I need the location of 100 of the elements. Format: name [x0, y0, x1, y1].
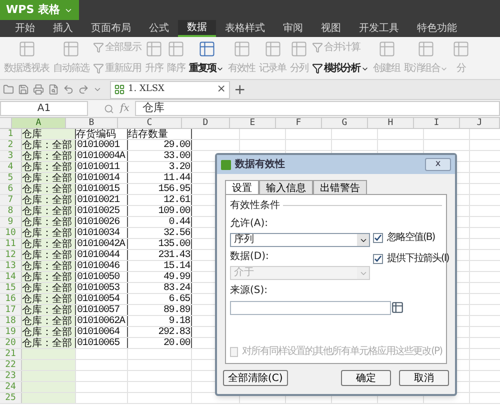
row-number[interactable]: 15 [0, 283, 22, 293]
checkbox[interactable] [373, 254, 383, 264]
ribbon-button[interactable]: 模拟分析 [312, 61, 369, 76]
column-header[interactable]: C [118, 118, 182, 128]
close-button[interactable]: x [425, 158, 451, 171]
name-box[interactable]: A1 [0, 101, 88, 116]
table-cell-text: 存货编码 [76, 129, 117, 140]
menu-tab[interactable]: 公式 [140, 20, 178, 37]
undo-icon[interactable] [63, 84, 74, 95]
range-picker-icon[interactable] [391, 301, 404, 314]
row-number[interactable]: 5 [0, 173, 22, 183]
table-cell-text: 仓库：全部 [22, 206, 73, 217]
field-label: 来源(S): [230, 284, 269, 298]
row-number[interactable]: 4 [0, 162, 22, 172]
menu-tab[interactable]: 审阅 [274, 20, 312, 37]
row-number[interactable]: 14 [0, 272, 22, 282]
selected-cell[interactable] [22, 371, 75, 381]
row-number[interactable]: 23 [0, 371, 22, 381]
row-number[interactable]: 9 [0, 217, 22, 227]
column-header[interactable]: A [12, 118, 66, 128]
dialog-tab[interactable]: 设置 [225, 180, 259, 194]
row-number[interactable]: 8 [0, 206, 22, 216]
dialog-button[interactable]: 取消 [399, 370, 449, 386]
dialog-button[interactable]: 确定 [341, 370, 391, 386]
table-cell-text: 01010026 [76, 217, 120, 228]
column-header[interactable]: E [230, 118, 276, 128]
menu-tab[interactable]: 插入 [44, 20, 82, 37]
table-icon [378, 40, 396, 58]
row-number[interactable]: 19 [0, 327, 22, 337]
zoom-icon[interactable] [104, 104, 114, 114]
row-number[interactable]: 6 [0, 184, 22, 194]
source-field[interactable] [230, 301, 391, 315]
menu-tab[interactable]: 开发工具 [350, 20, 408, 37]
row-number[interactable]: 12 [0, 250, 22, 260]
row-number[interactable]: 13 [0, 261, 22, 271]
table-cell-text: 仓库：全部 [22, 162, 73, 173]
field-label: 允许(A): [230, 216, 270, 231]
row-number[interactable]: 21 [0, 349, 22, 359]
row-number[interactable]: 16 [0, 294, 22, 304]
ribbon-button[interactable]: 重复项 [187, 40, 226, 76]
column-header[interactable]: I [414, 118, 460, 128]
row-number[interactable]: 11 [0, 239, 22, 249]
row-number[interactable]: 7 [0, 195, 22, 205]
column-header[interactable]: D [182, 118, 230, 128]
dropdown-field[interactable]: 序列 [230, 233, 370, 247]
menu-tab[interactable]: 特色功能 [408, 20, 466, 37]
menu-tab[interactable]: 页面布局 [82, 20, 140, 37]
selected-cell[interactable] [22, 360, 75, 370]
row-number[interactable]: 24 [0, 382, 22, 392]
row-number[interactable]: 17 [0, 305, 22, 315]
menu-tab[interactable]: 视图 [312, 20, 350, 37]
table-cell-text: 仓库：全部 [22, 283, 73, 294]
redo-icon[interactable] [78, 84, 89, 95]
save-icon[interactable] [18, 84, 29, 95]
table-cell-text: 仓库 [22, 129, 43, 140]
selected-cell[interactable] [22, 393, 75, 403]
function-label[interactable]: fx [120, 101, 130, 116]
table-cell-text: 01010064 [76, 327, 121, 338]
column-header[interactable]: J [460, 118, 500, 128]
row-number[interactable]: 18 [0, 316, 22, 326]
row-number[interactable]: 25 [0, 393, 22, 403]
column-header[interactable]: B [66, 118, 118, 128]
row-number[interactable]: 1 [0, 129, 22, 139]
menu-tab[interactable]: 开始 [6, 20, 44, 37]
document-tab[interactable]: 1. XLSX × [110, 80, 230, 98]
table-cell-text: 01010065 [76, 338, 120, 349]
row-number[interactable]: 10 [0, 228, 22, 238]
folder-icon[interactable] [3, 84, 14, 95]
selected-cell[interactable] [22, 349, 75, 359]
dialog-tab[interactable]: 输入信息 [259, 180, 313, 194]
table-cell-text: 29.00 [162, 140, 191, 151]
filter-icon [312, 42, 323, 53]
preview-icon[interactable] [48, 84, 59, 95]
table-cell-text: 83.24 [162, 283, 191, 294]
column-header[interactable]: G [322, 118, 368, 128]
table-cell-text: 仓库：全部 [22, 151, 73, 162]
formula-field[interactable]: 仓库 [135, 101, 500, 116]
new-tab-button[interactable]: + [234, 82, 246, 96]
row-number[interactable]: 20 [0, 338, 22, 348]
checkbox[interactable] [373, 232, 383, 242]
table-cell-text: 仓库：全部 [22, 195, 73, 206]
row-number[interactable]: 3 [0, 151, 22, 161]
row-number[interactable]: 22 [0, 360, 22, 370]
table-icon [417, 40, 435, 58]
print-icon[interactable] [33, 84, 44, 95]
row-number[interactable]: 2 [0, 140, 22, 150]
dialog-tab[interactable]: 出错警告 [313, 180, 367, 194]
app-menu-button[interactable]: WPS 表格 [0, 0, 79, 20]
column-header[interactable]: H [368, 118, 414, 128]
table-cell-text: 6.65 [168, 294, 191, 305]
column-header[interactable]: F [276, 118, 322, 128]
spreadsheet-icon [114, 84, 125, 95]
dialog-button[interactable]: 全部清除(C) [223, 370, 288, 386]
menu-tab[interactable]: 表格样式 [216, 20, 274, 37]
caret-icon[interactable] [93, 85, 102, 94]
close-tab-button[interactable]: × [216, 81, 226, 98]
table-cell-text: 01010001 [76, 140, 121, 151]
table-cell-text: 01010042A [76, 239, 126, 250]
selected-cell[interactable] [22, 382, 75, 392]
menu-tab[interactable]: 数据 [178, 20, 216, 37]
